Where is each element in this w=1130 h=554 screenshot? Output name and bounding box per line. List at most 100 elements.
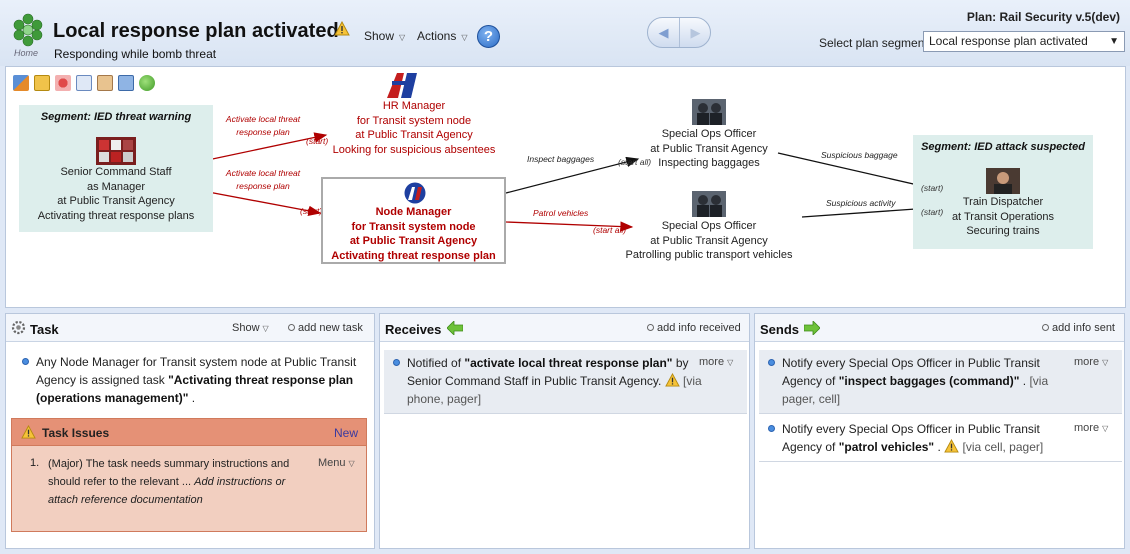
warning-icon[interactable] xyxy=(664,373,680,387)
officer-photo-icon xyxy=(692,191,726,217)
task-issues-title: Task Issues xyxy=(42,426,110,440)
bullet-icon xyxy=(768,425,775,432)
bullet-icon xyxy=(22,358,29,365)
train-dispatcher-node[interactable]: Train Dispatcher at Transit Operations S… xyxy=(913,195,1093,239)
segment-select-value: Local response plan activated xyxy=(929,34,1088,48)
task-panel-title: Task xyxy=(30,322,59,337)
node-line: Train Dispatcher xyxy=(962,196,1044,208)
page-subtitle: Responding while bomb threat xyxy=(54,47,217,61)
hr-manager-node[interactable]: HR Manager for Transit system node at Pu… xyxy=(324,99,504,157)
issue-menu[interactable]: Menu ▽ xyxy=(318,457,355,469)
add-icon xyxy=(1042,324,1049,331)
sent-item[interactable]: more ▽ Notify every Special Ops Officer i… xyxy=(759,416,1122,462)
flow-label-line: response plan xyxy=(236,127,290,137)
actions-menu[interactable]: Actions ▽ xyxy=(417,29,468,43)
add-info-sent-button[interactable]: add info sent xyxy=(1042,322,1115,334)
sent-info-name[interactable]: "patrol vehicles" xyxy=(839,440,934,454)
segment-ied-threat-warning[interactable]: Segment: IED threat warning Senior Comma… xyxy=(19,105,213,232)
start-label: (start) xyxy=(921,183,944,193)
node-line: at Public Transit Agency xyxy=(57,195,175,207)
history-nav: ◀ ▶ xyxy=(647,17,711,48)
receives-panel: Receives add info received more ▽ Notifie… xyxy=(379,313,750,549)
node-line: Looking for suspicious absentees xyxy=(332,143,496,156)
segment-select-label: Select plan segment: xyxy=(819,36,932,50)
back-arrow-icon[interactable]: ◀ xyxy=(648,18,680,47)
add-info-received-label: add info received xyxy=(657,322,741,334)
plan-title: Plan: Rail Security v.5(dev) xyxy=(966,10,1120,24)
special-ops-officer-patrolling-node[interactable]: Special Ops Officer at Public Transit Ag… xyxy=(608,219,810,263)
chevron-down-icon: ▽ xyxy=(1102,424,1109,433)
sent-suffix: . xyxy=(934,440,941,454)
flow-label-line: response plan xyxy=(236,181,290,191)
chevron-down-icon: ▽ xyxy=(399,33,406,42)
arrow-left-icon xyxy=(447,321,463,335)
flow-label-patrol-vehicles[interactable]: Patrol vehicles xyxy=(533,207,588,220)
node-line: Senior Command Staff xyxy=(60,166,172,178)
home-logo-icon[interactable] xyxy=(11,13,45,51)
add-new-task-button[interactable]: add new task xyxy=(288,322,363,334)
node-line: Node Manager xyxy=(375,206,452,218)
received-info-name[interactable]: "activate local threat response plan" xyxy=(464,356,672,370)
flow-label-suspicious-activity[interactable]: Suspicious activity xyxy=(826,197,895,210)
task-panel: Task Show ▽ add new task Any Node Manager… xyxy=(5,313,375,549)
app-header: Home Local response plan activated Respo… xyxy=(0,0,1130,66)
officer-photo-icon xyxy=(692,99,726,125)
node-line: at Transit Operations xyxy=(951,210,1055,223)
show-menu[interactable]: Show ▽ xyxy=(364,29,405,43)
warning-icon[interactable] xyxy=(334,21,350,36)
flow-label-suspicious-baggage[interactable]: Suspicious baggage xyxy=(821,149,898,162)
segment-title: Segment: IED threat warning xyxy=(40,111,192,123)
node-manager-node[interactable]: Node Manager for Transit system node at … xyxy=(321,177,506,264)
senior-command-staff-node[interactable]: Senior Command Staff as Manager at Publi… xyxy=(19,165,213,223)
page-title: Local response plan activated xyxy=(53,20,339,42)
task-show-menu[interactable]: Show ▽ xyxy=(232,322,269,334)
node-line: at Public Transit Agency xyxy=(355,129,473,141)
sent-info-name[interactable]: "inspect baggages (command)" xyxy=(839,374,1020,388)
flow-label-activate-1[interactable]: Activate local threat response plan xyxy=(218,113,308,139)
chevron-down-icon: ▽ xyxy=(348,459,355,468)
sent-item-text: Notify every Special Ops Officer in Publ… xyxy=(782,354,1082,408)
flow-label-activate-2[interactable]: Activate local threat response plan xyxy=(218,167,308,193)
node-line: Activating threat response plans xyxy=(37,209,195,222)
new-issue-link[interactable]: New xyxy=(334,426,358,440)
issue-number: 1. xyxy=(30,457,40,469)
special-ops-officer-inspecting-node[interactable]: Special Ops Officer at Public Transit Ag… xyxy=(618,127,800,171)
home-label[interactable]: Home xyxy=(14,48,38,58)
received-item[interactable]: more ▽ Notified of "activate local threat… xyxy=(384,350,747,414)
dispatcher-photo-icon xyxy=(986,168,1020,194)
add-info-sent-label: add info sent xyxy=(1052,322,1115,334)
sent-suffix: . xyxy=(1019,374,1027,388)
transit-agency-logo-icon xyxy=(387,73,417,98)
node-line: at Public Transit Agency xyxy=(650,234,768,247)
add-icon xyxy=(288,324,295,331)
sent-item-text: Notify every Special Ops Officer in Publ… xyxy=(782,420,1082,456)
node-line: Inspecting baggages xyxy=(658,157,760,169)
bullet-icon xyxy=(768,359,775,366)
chevron-down-icon: ▽ xyxy=(262,324,269,333)
add-info-received-button[interactable]: add info received xyxy=(647,322,741,334)
node-line: Special Ops Officer xyxy=(661,220,757,232)
show-menu-label: Show xyxy=(364,29,395,43)
forward-arrow-icon[interactable]: ▶ xyxy=(680,18,711,47)
node-line: at Public Transit Agency xyxy=(650,142,768,155)
sent-item[interactable]: more ▽ Notify every Special Ops Officer i… xyxy=(759,350,1122,414)
node-line: Securing trains xyxy=(966,225,1040,237)
segment-select[interactable]: Local response plan activated ▼ xyxy=(923,31,1125,52)
segment-ied-attack-suspected[interactable]: Segment: IED attack suspected (start) (s… xyxy=(913,135,1093,249)
help-icon[interactable]: ? xyxy=(477,25,500,48)
gear-icon xyxy=(11,320,26,335)
staff-photo-icon xyxy=(96,137,136,165)
flow-label-inspect-baggages[interactable]: Inspect baggages xyxy=(527,153,594,166)
receives-panel-title: Receives xyxy=(385,322,442,337)
task-show-label: Show xyxy=(232,322,260,334)
actions-menu-label: Actions xyxy=(417,29,457,43)
task-issues-header: Task Issues New xyxy=(12,419,366,446)
add-new-task-label: add new task xyxy=(298,322,363,334)
node-line: HR Manager xyxy=(382,100,446,112)
issue-text: (Major) The task needs summary instructi… xyxy=(48,455,310,509)
sends-panel-title: Sends xyxy=(760,322,800,337)
warning-icon[interactable] xyxy=(944,439,959,453)
transit-agency-logo-icon xyxy=(404,182,426,204)
task-suffix: . xyxy=(188,391,196,405)
issue-menu-label: Menu xyxy=(318,457,346,469)
